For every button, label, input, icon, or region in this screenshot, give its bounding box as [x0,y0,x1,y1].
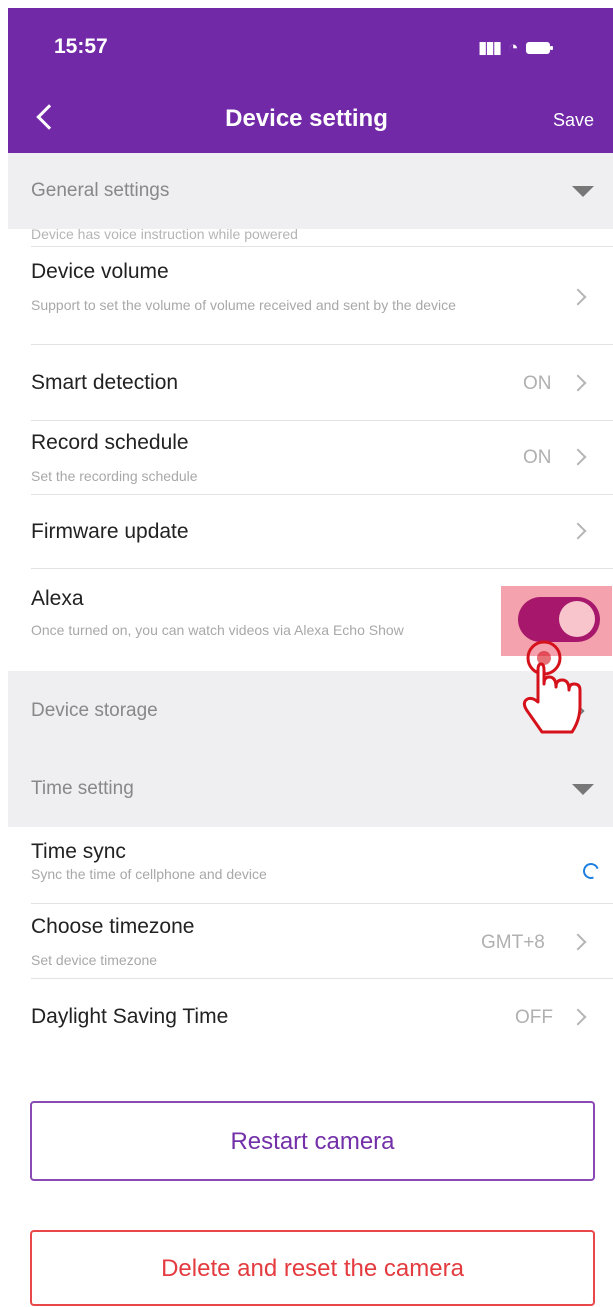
wifi-icon: ◔ [508,38,519,57]
row-title: Daylight Saving Time [31,1005,229,1028]
row-description: Support to set the volume of volume rece… [31,297,456,313]
setting-row-device-volume[interactable]: Device volume Support to set the volume … [8,247,613,345]
row-value: GMT+8 [481,932,545,953]
caret-down-icon [572,784,594,795]
row-description: Set device timezone [31,952,158,968]
row-value: OFF [515,1007,553,1028]
section-header-time[interactable]: Time setting [8,751,613,827]
restart-camera-button[interactable]: Restart camera [30,1101,595,1181]
status-time: 15:57 [54,35,108,58]
setting-row-daylight-saving[interactable]: Daylight Saving Time OFF [8,979,613,1055]
row-description: Once turned on, you can watch videos via… [31,622,404,638]
section-header-label: General settings [31,180,170,201]
chevron-right-icon [569,522,587,540]
section-header-general[interactable]: General settings [8,153,613,229]
row-title: Record schedule [31,431,189,454]
setting-row-firmware-update[interactable]: Firmware update [8,495,613,569]
app-header: 15:57 ▮▮▮ ◔ Device setting Save [8,8,613,153]
save-button[interactable]: Save [553,110,594,131]
row-title: Alexa [31,587,84,610]
setting-row-smart-detection[interactable]: Smart detection ON [8,345,613,421]
chevron-right-icon [569,933,587,951]
row-title: Choose timezone [31,915,195,938]
row-title: Time sync [31,840,126,863]
chevron-right-icon [569,288,587,306]
chevron-right-icon [569,448,587,466]
setting-row-record-schedule[interactable]: Record schedule Set the recording schedu… [8,421,613,495]
divider-row [8,229,613,247]
page-title: Device setting [225,105,388,132]
section-header-label: Device storage [31,700,158,721]
row-value: ON [523,447,552,468]
signal-icon: ▮▮▮ [478,38,502,57]
toggle-knob [559,601,595,637]
status-icons: ▮▮▮ ◔ [478,38,554,58]
caret-down-icon [572,186,594,197]
setting-row-choose-timezone[interactable]: Choose timezone Set device timezone GMT+… [8,904,613,979]
chevron-right-icon [569,1008,587,1026]
alexa-toggle[interactable] [518,597,600,642]
row-value: ON [523,373,552,394]
row-title: Smart detection [31,371,179,394]
row-title: Device volume [31,260,169,283]
delete-reset-camera-button[interactable]: Delete and reset the camera [30,1230,595,1306]
chevron-right-icon [569,374,587,392]
row-description: Sync the time of cellphone and device [31,866,267,882]
row-title: Firmware update [31,520,189,543]
setting-row-time-sync[interactable]: Time sync Sync the time of cellphone and… [8,827,613,904]
row-description: Set the recording schedule [31,468,198,484]
hand-cursor-icon [522,640,582,734]
battery-icon [526,42,554,54]
section-header-label: Time setting [31,778,134,799]
